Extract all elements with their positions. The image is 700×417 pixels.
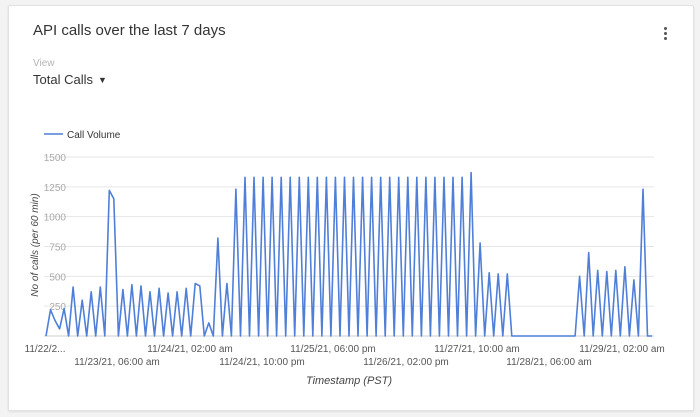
- y-tick-label: 1000: [44, 213, 67, 224]
- series-call-volume-line: [45, 171, 652, 337]
- x-tick-label: 11/27/21, 10:00 am: [434, 344, 519, 355]
- x-axis-ticks: 11/22/2... 11/23/21, 06:00 am 11/24/21, 02…: [25, 344, 665, 368]
- x-tick-label: 11/22/2...: [25, 344, 66, 355]
- x-tick-label: 11/25/21, 06:00 pm: [290, 344, 375, 355]
- y-tick-label: 500: [49, 272, 66, 283]
- chart-legend[interactable]: Call Volume: [44, 130, 121, 141]
- x-tick-label: 11/26/21, 02:00 pm: [363, 357, 448, 368]
- x-tick-label: 11/28/21, 06:00 am: [506, 357, 591, 368]
- x-tick-label: 11/23/21, 06:00 am: [74, 357, 159, 368]
- legend-label: Call Volume: [67, 130, 121, 141]
- x-tick-label: 11/29/21, 02:00 am: [579, 344, 664, 355]
- line-chart: 150012501000750500250 11/22/2...11/23/21…: [25, 130, 665, 387]
- y-tick-label: 750: [49, 243, 66, 254]
- y-axis-title: No of calls (per 60 min): [30, 193, 41, 296]
- y-tick-label: 1250: [44, 183, 67, 194]
- x-tick-label: 11/24/21, 02:00 am: [147, 344, 232, 355]
- x-axis-title: Timestamp (PST): [306, 375, 392, 387]
- x-tick-label: 11/24/21, 10:00 pm: [219, 357, 304, 368]
- y-tick-label: 1500: [44, 153, 67, 164]
- y-axis-ticks: 150012501000750500250: [44, 153, 67, 313]
